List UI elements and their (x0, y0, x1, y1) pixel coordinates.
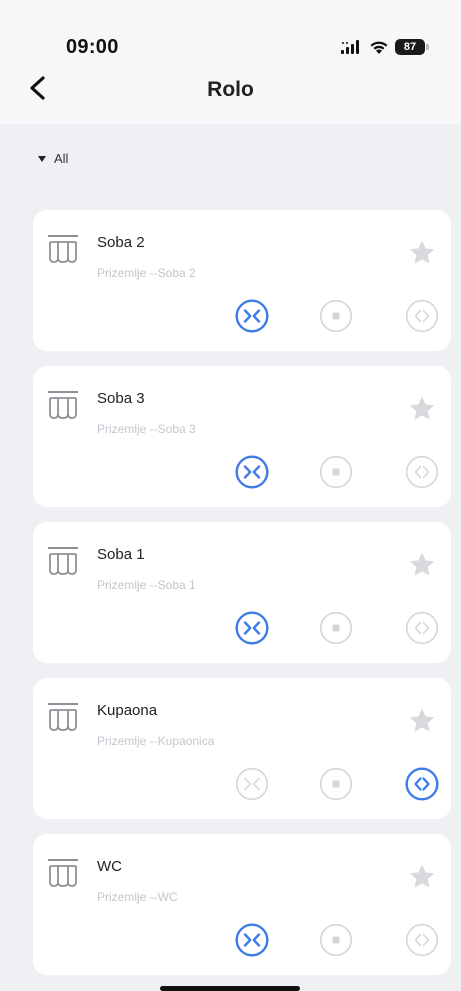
favorite-star-icon[interactable] (409, 240, 435, 266)
stop-blind-button[interactable] (319, 611, 353, 645)
top-area: 09:00 87 Rolo (0, 0, 461, 124)
open-blind-button[interactable] (405, 455, 439, 489)
open-blind-button[interactable] (405, 923, 439, 957)
device-card[interactable]: Soba 2 Prizemlje --Soba 2 (33, 210, 451, 351)
open-blind-button[interactable] (405, 299, 439, 333)
device-name: WC (97, 858, 122, 875)
roller-blind-icon (48, 703, 78, 731)
close-blind-button[interactable] (235, 923, 269, 957)
device-list: Soba 2 Prizemlje --Soba 2 Soba 3 Prizemlje … (33, 210, 451, 990)
device-name: Soba 2 (97, 234, 145, 251)
filter-label: All (54, 151, 69, 166)
stop-blind-button[interactable] (319, 455, 353, 489)
favorite-star-icon[interactable] (409, 864, 435, 890)
favorite-star-icon[interactable] (409, 552, 435, 578)
status-time: 09:00 (66, 36, 119, 58)
stop-blind-button[interactable] (319, 299, 353, 333)
page-title: Rolo (207, 78, 254, 101)
roller-blind-icon (48, 391, 78, 419)
device-name: Soba 3 (97, 390, 145, 407)
close-blind-button[interactable] (235, 299, 269, 333)
roller-blind-icon (48, 547, 78, 575)
device-location: Prizemlje --Soba 2 (97, 266, 196, 280)
wifi-icon (370, 41, 388, 54)
device-location: Prizemlje --Soba 3 (97, 422, 196, 436)
roller-blind-icon (48, 859, 78, 887)
nav-bar: Rolo (0, 62, 461, 118)
close-blind-button[interactable] (235, 611, 269, 645)
device-card[interactable]: WC Prizemlje --WC (33, 834, 451, 975)
favorite-star-icon[interactable] (409, 708, 435, 734)
caret-down-icon (38, 155, 46, 162)
device-name: Soba 1 (97, 546, 145, 563)
device-location: Prizemlje --Kupaonica (97, 734, 215, 748)
battery-icon: 87 (395, 39, 429, 55)
device-card[interactable]: Soba 1 Prizemlje --Soba 1 (33, 522, 451, 663)
close-blind-button[interactable] (235, 767, 269, 801)
device-location: Prizemlje --Soba 1 (97, 578, 196, 592)
open-blind-button[interactable] (405, 767, 439, 801)
device-card[interactable]: Kupaona Prizemlje --Kupaonica (33, 678, 451, 819)
stop-blind-button[interactable] (319, 767, 353, 801)
favorite-star-icon[interactable] (409, 396, 435, 422)
device-location: Prizemlje --WC (97, 890, 178, 904)
device-name: Kupaona (97, 702, 158, 719)
close-blind-button[interactable] (235, 455, 269, 489)
stop-blind-button[interactable] (319, 923, 353, 957)
device-card[interactable]: Soba 3 Prizemlje --Soba 3 (33, 366, 451, 507)
status-bar: 09:00 87 (0, 0, 461, 62)
status-icons: 87 (341, 38, 429, 56)
home-indicator (160, 986, 300, 991)
roller-blind-icon (48, 235, 78, 263)
filter-dropdown[interactable]: All (38, 151, 68, 166)
battery-level: 87 (403, 41, 417, 53)
open-blind-button[interactable] (405, 611, 439, 645)
signal-icon (341, 40, 359, 54)
